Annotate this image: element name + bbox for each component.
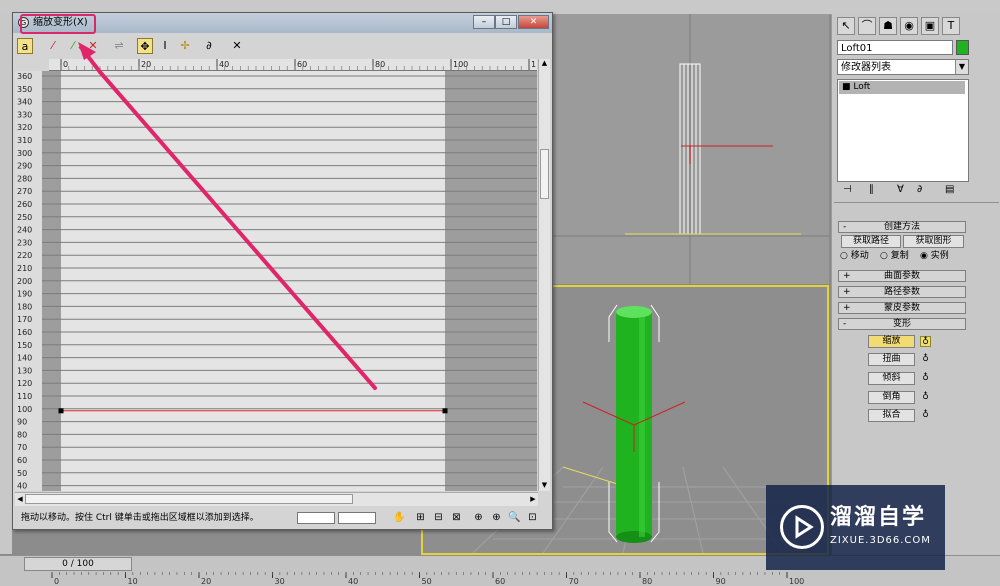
watermark-brand: 溜溜自学	[830, 505, 927, 530]
watermark-url: ZIXUE.3D66.COM	[830, 535, 931, 546]
watermark: 溜溜自学 ZIXUE.3D66.COM	[766, 485, 945, 570]
play-logo-icon	[780, 505, 824, 549]
